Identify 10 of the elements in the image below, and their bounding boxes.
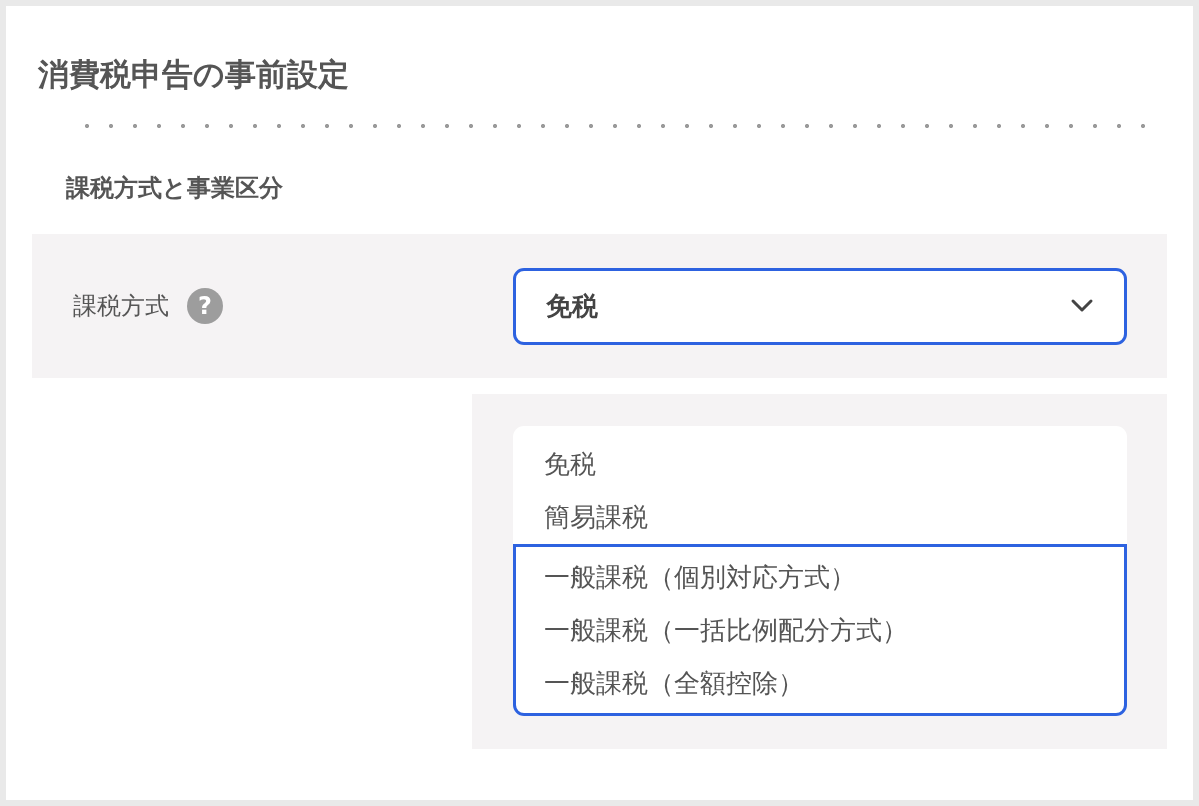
dropdown-option[interactable]: 簡易課税 [513,491,1127,544]
field-label: 課税方式 [73,291,169,322]
page-title: 消費税申告の事前設定 [38,55,350,94]
section-heading: 課税方式と事業区分 [66,173,284,204]
dropdown-option[interactable]: 一般課税（全額控除） [516,657,1124,710]
dropdown-option[interactable]: 一般課税（個別対応方式） [516,551,1124,604]
dropdown-option[interactable]: 免税 [513,438,1127,491]
chevron-icon [1070,298,1094,314]
dropdown-option[interactable]: 一般課税（一括比例配分方式） [516,604,1124,657]
select-field[interactable]: 免税 [513,267,1127,345]
